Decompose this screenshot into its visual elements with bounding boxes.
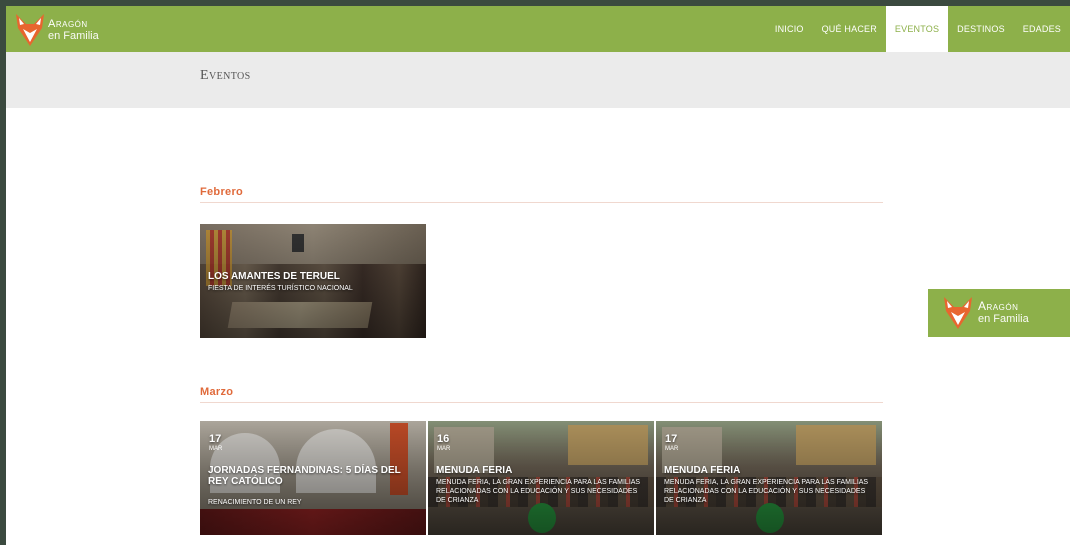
- event-card[interactable]: Los Amantes de Teruel Fiesta de interés …: [200, 224, 426, 338]
- brand-name: Aragón: [48, 18, 88, 30]
- event-card[interactable]: 16 mar Menuda Feria Menuda feria, la gra…: [428, 421, 654, 535]
- month-divider: [200, 202, 883, 203]
- event-date-month: mar: [209, 446, 223, 452]
- event-subtitle: Fiesta de interés turístico nacional: [208, 285, 353, 292]
- fox-icon: [944, 297, 972, 329]
- nav-que-hacer[interactable]: Qué hacer: [813, 6, 886, 52]
- event-date-day: 17: [209, 433, 222, 445]
- month-heading-marzo: Marzo: [200, 386, 234, 398]
- main-nav: Inicio Qué hacer Eventos Destinos Edades: [766, 6, 1070, 52]
- nav-eventos[interactable]: Eventos: [885, 6, 949, 52]
- event-date-month: mar: [437, 446, 451, 452]
- title-bar: Eventos: [6, 52, 1070, 108]
- month-heading-febrero: Febrero: [200, 186, 244, 198]
- event-title: Menuda Feria: [436, 465, 513, 476]
- month-divider: [200, 402, 883, 403]
- event-date-day: 16: [437, 433, 450, 445]
- brand-tagline: en Familia: [978, 313, 1029, 325]
- event-card[interactable]: 17 mar Menuda Feria Menuda feria, la gra…: [656, 421, 882, 535]
- nav-inicio[interactable]: Inicio: [766, 6, 813, 52]
- brand-name: Aragón: [978, 299, 1019, 313]
- page-title: Eventos: [200, 68, 251, 83]
- site-header: Aragón en Familia Inicio Qué hacer Event…: [6, 6, 1070, 52]
- site-logo[interactable]: Aragón en Familia: [14, 10, 114, 50]
- event-subtitle: Menuda feria, la gran experiencia para l…: [664, 479, 869, 504]
- page-frame: Aragón en Familia Inicio Qué hacer Event…: [6, 6, 1070, 545]
- event-subtitle: Renacimiento de un rey: [208, 499, 302, 506]
- event-date-day: 17: [665, 433, 678, 445]
- brand-tagline: en Familia: [48, 30, 99, 42]
- event-date-month: mar: [665, 446, 679, 452]
- event-title: Jornadas Fernandinas: 5 días del Rey Cat…: [208, 465, 401, 487]
- event-title: Los Amantes de Teruel: [208, 271, 340, 282]
- event-title: Menuda Feria: [664, 465, 741, 476]
- event-subtitle: Menuda feria, la gran experiencia para l…: [436, 479, 641, 504]
- floating-logo[interactable]: Aragón en Familia: [928, 289, 1070, 337]
- nav-edades[interactable]: Edades: [1014, 6, 1070, 52]
- fox-icon: [16, 14, 44, 46]
- nav-destinos[interactable]: Destinos: [948, 6, 1014, 52]
- event-card[interactable]: 17 mar Jornadas Fernandinas: 5 días del …: [200, 421, 426, 535]
